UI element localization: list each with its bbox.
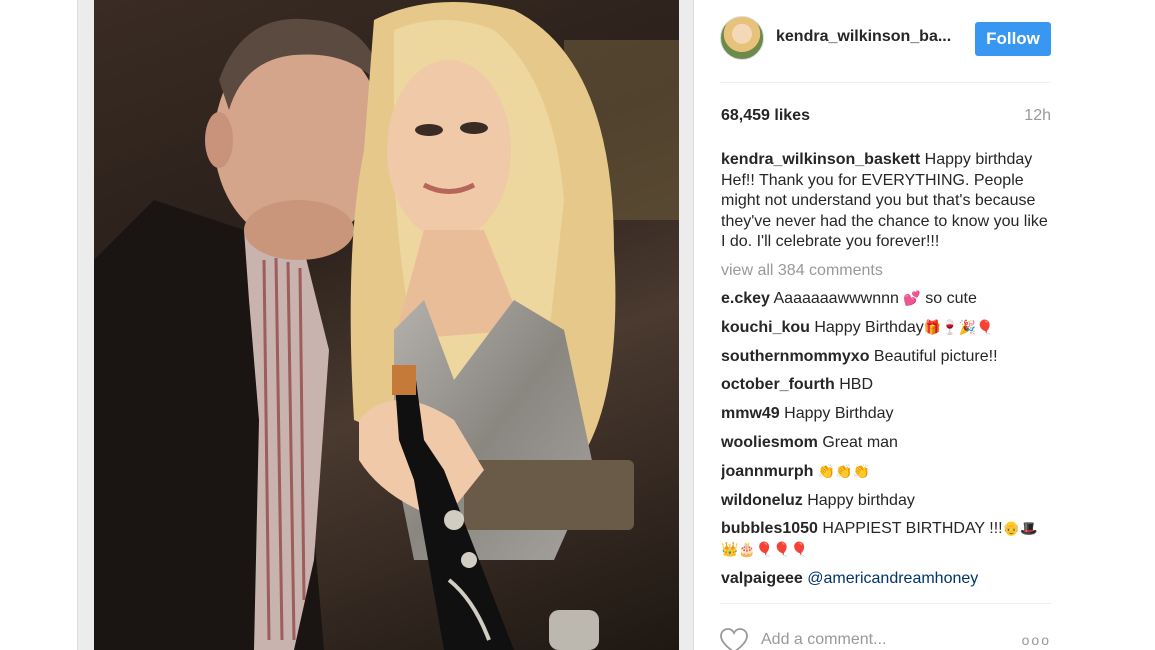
view-all-comments-link[interactable]: view all 384 comments	[721, 261, 1051, 282]
avatar[interactable]	[720, 16, 764, 60]
comment-username[interactable]: wildoneluz	[721, 492, 803, 509]
comment-username[interactable]: kouchi_kou	[721, 319, 810, 336]
comment-username[interactable]: mmw49	[721, 405, 780, 422]
header-divider	[720, 82, 1051, 83]
comment-username[interactable]: october_fourth	[721, 376, 835, 393]
comment-username[interactable]: wooliesmom	[721, 434, 818, 451]
comment-item: wooliesmom Great man	[721, 433, 898, 451]
comments-section: kendra_wilkinson_baskett Happy birthday …	[721, 150, 1051, 604]
add-comment-input[interactable]: Add a comment...	[761, 631, 886, 649]
comment-username[interactable]: southernmommyxo	[721, 348, 869, 365]
comment-item: mmw49 Happy Birthday	[721, 405, 894, 423]
comment-item: wildoneluz Happy birthday	[721, 491, 915, 509]
post-header: kendra_wilkinson_ba... Follow	[720, 14, 1051, 64]
heart-emoji: 💕	[903, 291, 921, 307]
comment-item: october_fourth HBD	[721, 376, 874, 394]
comment-item: e.ckey Aaaaaaawwwnnn 💕 so cute	[721, 290, 977, 307]
photo-frame	[77, 0, 694, 650]
post-time[interactable]: 12h	[1024, 107, 1051, 125]
photo-illustration	[94, 2, 679, 650]
heart-icon[interactable]	[720, 628, 748, 650]
likes-count[interactable]: 68,459 likes	[721, 107, 810, 125]
comment-username[interactable]: joannmurph	[721, 463, 813, 480]
more-options-icon[interactable]: ooo	[1022, 632, 1051, 648]
party-emoji: 🎁🍷🎉🎈	[923, 319, 994, 336]
username-link[interactable]: kendra_wilkinson_ba...	[776, 28, 961, 46]
comment-username[interactable]: e.ckey	[721, 290, 770, 307]
follow-button[interactable]: Follow	[975, 22, 1051, 56]
comment-username[interactable]: valpaigeee	[721, 570, 803, 587]
clap-emoji: 👏👏👏	[817, 463, 871, 480]
comment-item: bubbles1050 HAPPIEST BIRTHDAY !!!👴🎩👑🎂🎈🎈🎈	[721, 520, 1038, 558]
mention-link[interactable]: @americandreamhoney	[807, 570, 978, 587]
caption: kendra_wilkinson_baskett Happy birthday …	[721, 150, 1051, 253]
caption-username[interactable]: kendra_wilkinson_baskett	[721, 151, 920, 168]
post-photo[interactable]	[94, 0, 679, 650]
comment-item: joannmurph 👏👏👏	[721, 462, 1051, 483]
post-details-panel: kendra_wilkinson_ba... Follow 68,459 lik…	[720, 0, 1051, 650]
comment-item: valpaigeee @americandreamhoney	[721, 569, 1051, 590]
comment-item: southernmommyxo Beautiful picture!!	[721, 347, 998, 365]
comment-item: kouchi_kou Happy Birthday🎁🍷🎉🎈	[721, 318, 994, 336]
comments-divider	[720, 603, 1051, 604]
comment-username[interactable]: bubbles1050	[721, 520, 818, 537]
